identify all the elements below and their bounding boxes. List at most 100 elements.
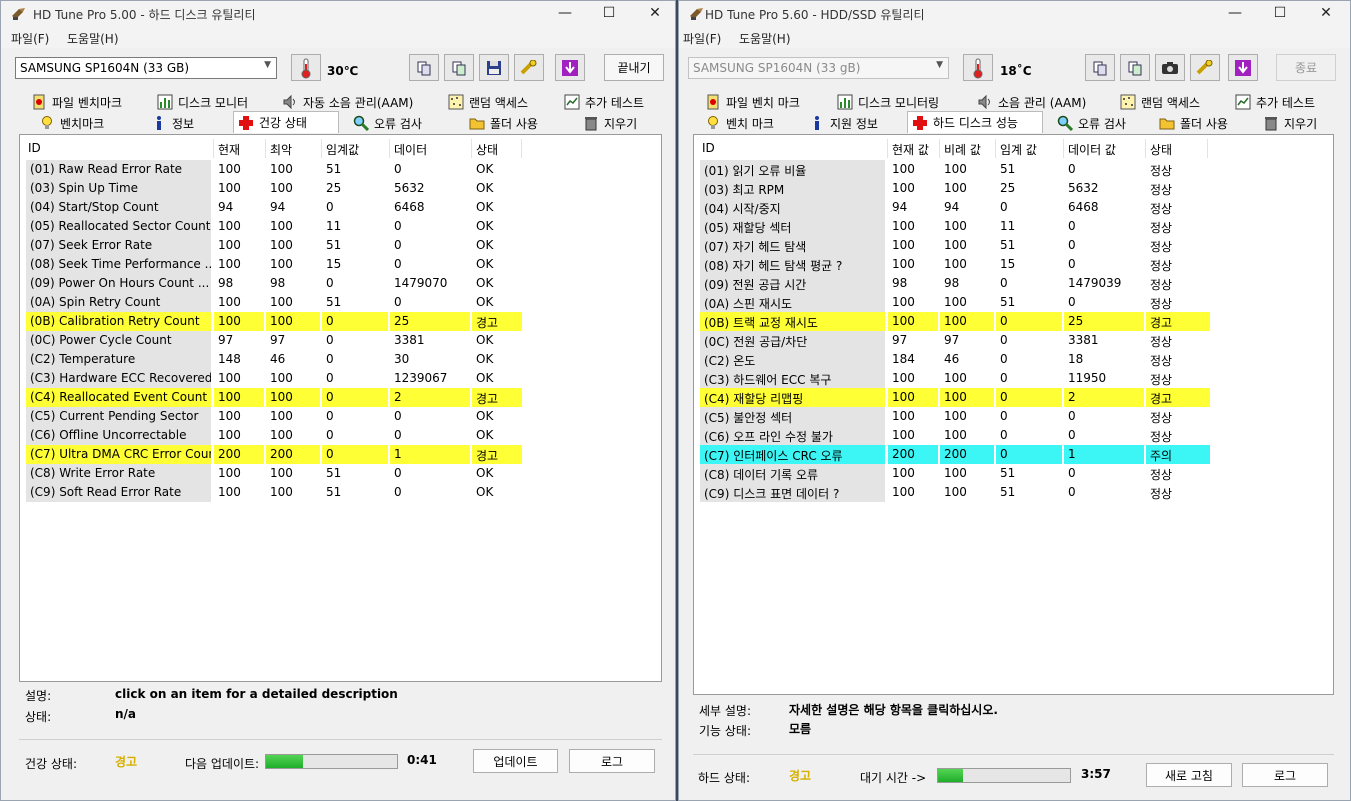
temperature-button[interactable] xyxy=(291,54,321,81)
exit-button[interactable]: 종료 xyxy=(1276,54,1336,81)
tab-disk-monitor[interactable]: 디스크 모니터링 xyxy=(833,92,965,112)
description-label: 설명: xyxy=(25,689,52,703)
cell-worst: 100 xyxy=(270,219,293,233)
tab-extra-tests[interactable]: 추가 테스트 xyxy=(560,92,660,112)
tab-benchmark[interactable]: 벤치 마크 xyxy=(701,113,801,133)
cell-threshold: 0 xyxy=(996,445,1062,464)
save-button[interactable] xyxy=(479,54,509,81)
cell-id: (07) 자기 헤드 탐색 xyxy=(700,236,885,255)
cell-current: 100 xyxy=(218,257,241,271)
health-label: 건강 상태: xyxy=(25,757,78,771)
close-button[interactable]: ✕ xyxy=(632,1,678,26)
download-button[interactable] xyxy=(1228,54,1258,81)
maximize-button[interactable]: ☐ xyxy=(586,1,632,26)
drive-select[interactable]: SAMSUNG SP1604N (33 gB) ▼ xyxy=(688,57,949,79)
log-button[interactable]: 로그 xyxy=(569,749,655,773)
exit-button[interactable]: 끝내기 xyxy=(604,54,664,81)
app-icon xyxy=(12,8,25,20)
menu-file[interactable]: 파일(F) xyxy=(11,30,49,47)
trash-icon xyxy=(1265,117,1277,131)
col-id[interactable]: ID xyxy=(698,139,888,158)
copy-screenshot-button[interactable] xyxy=(1120,54,1150,81)
tab-label: 건강 상태 xyxy=(259,116,307,130)
tab-info[interactable]: 지원 정보 xyxy=(805,113,895,133)
tab-folder-usage[interactable]: 폴더 사용 xyxy=(1155,113,1255,133)
cell-data: 0 xyxy=(1068,485,1076,499)
tab-erase[interactable]: 지우기 xyxy=(1259,113,1339,133)
tab-disk-monitor[interactable]: 디스크 모니터 xyxy=(153,92,277,112)
cell-worst: 100 xyxy=(944,409,967,423)
cell-worst: 98 xyxy=(270,276,286,290)
drive-select[interactable]: SAMSUNG SP1604N (33 GB) ▼ xyxy=(15,57,277,79)
cell-threshold: 51 xyxy=(1000,295,1016,309)
tab-random-access[interactable]: 랜덤 액세스 xyxy=(444,92,559,112)
col-current[interactable]: 현재 xyxy=(214,139,266,158)
cell-data: 30 xyxy=(394,352,410,366)
tab-error-scan[interactable]: 오류 검사 xyxy=(1053,113,1153,133)
cell-worst: 100 xyxy=(944,238,967,252)
copy-screenshot-button[interactable] xyxy=(444,54,474,81)
cell-data: 0 xyxy=(394,295,402,309)
options-button[interactable] xyxy=(514,54,544,81)
copy-icon xyxy=(1093,61,1107,75)
menu-file[interactable]: 파일(F) xyxy=(683,30,721,47)
col-worst[interactable]: 최악 xyxy=(266,139,322,158)
menu-help[interactable]: 도움말(H) xyxy=(739,30,791,47)
tab-random-access[interactable]: 랜덤 액세스 xyxy=(1116,92,1226,112)
tab-info[interactable]: 정보 xyxy=(147,113,223,133)
update-button[interactable]: 업데이트 xyxy=(473,749,558,773)
cell-data: 0 xyxy=(394,428,402,442)
title-bar[interactable]: HD Tune Pro 5.00 - 하드 디스크 유틸리티 — ☐ ✕ xyxy=(1,1,675,26)
tab-extra-tests[interactable]: 추가 테스트 xyxy=(1231,92,1336,112)
toolbar: SAMSUNG SP1604N (33 gB) ▼ 18˚C 종료 xyxy=(679,49,1350,87)
col-data[interactable]: 데이터 값 xyxy=(1064,139,1146,158)
col-threshold[interactable]: 임계 값 xyxy=(996,139,1064,158)
tab-health[interactable]: 하드 디스크 성능 xyxy=(907,111,1043,133)
screenshot-button[interactable] xyxy=(1155,54,1185,81)
tab-folder-usage[interactable]: 폴더 사용 xyxy=(465,113,565,133)
cell-threshold: 51 xyxy=(326,485,342,499)
col-worst[interactable]: 비례 값 xyxy=(940,139,996,158)
cell-id: (C6) 오프 라인 수정 불가 xyxy=(700,426,885,445)
col-id[interactable]: ID xyxy=(24,139,214,158)
minimize-button[interactable]: — xyxy=(542,1,588,26)
cell-id: (C8) Write Error Rate xyxy=(26,464,211,483)
minimize-button[interactable]: — xyxy=(1212,1,1258,26)
tab-aam[interactable]: 자동 소음 관리(AAM) xyxy=(278,92,443,112)
col-status[interactable]: 상태 xyxy=(472,139,522,158)
copy-text-button[interactable] xyxy=(1085,54,1115,81)
copy-icon xyxy=(417,61,431,75)
window-title: HD Tune Pro 5.60 - HDD/SSD 유틸리티 xyxy=(705,8,925,22)
close-button[interactable]: ✕ xyxy=(1303,1,1349,26)
tab-error-scan[interactable]: 오류 검사 xyxy=(349,113,449,133)
refresh-button[interactable]: 새로 고침 xyxy=(1146,763,1232,787)
tab-benchmark[interactable]: 벤치마크 xyxy=(35,113,135,133)
cell-current: 200 xyxy=(888,445,938,464)
tab-aam[interactable]: 소음 관리 (AAM) xyxy=(973,92,1113,112)
tab-file-benchmark[interactable]: 파일 벤치마크 xyxy=(27,92,152,112)
title-bar[interactable]: HD Tune Pro 5.60 - HDD/SSD 유틸리티 — ☐ ✕ xyxy=(679,1,1350,26)
cell-worst: 100 xyxy=(944,219,967,233)
menu-help[interactable]: 도움말(H) xyxy=(67,30,119,47)
cell-data: 0 xyxy=(394,238,402,252)
download-button[interactable] xyxy=(555,54,585,81)
col-status[interactable]: 상태 xyxy=(1146,139,1208,158)
col-threshold[interactable]: 임계값 xyxy=(322,139,390,158)
log-button[interactable]: 로그 xyxy=(1242,763,1328,787)
col-data[interactable]: 데이터 xyxy=(390,139,472,158)
copy-text-button[interactable] xyxy=(409,54,439,81)
cell-worst: 46 xyxy=(270,352,286,366)
col-current[interactable]: 현재 값 xyxy=(888,139,940,158)
cell-threshold: 0 xyxy=(1000,428,1008,442)
cell-status: 경고 xyxy=(1146,388,1210,407)
options-button[interactable] xyxy=(1190,54,1220,81)
tab-health[interactable]: 건강 상태 xyxy=(233,111,339,133)
temperature-button[interactable] xyxy=(963,54,993,81)
tab-label: 오류 검사 xyxy=(374,116,422,131)
tab-label: 하드 디스크 성능 xyxy=(933,116,1018,130)
tab-erase[interactable]: 지우기 xyxy=(579,113,659,133)
cell-data: 0 xyxy=(1068,428,1076,442)
cell-data: 1479039 xyxy=(1068,276,1122,290)
maximize-button[interactable]: ☐ xyxy=(1257,1,1303,26)
tab-file-benchmark[interactable]: 파일 벤치 마크 xyxy=(701,92,829,112)
